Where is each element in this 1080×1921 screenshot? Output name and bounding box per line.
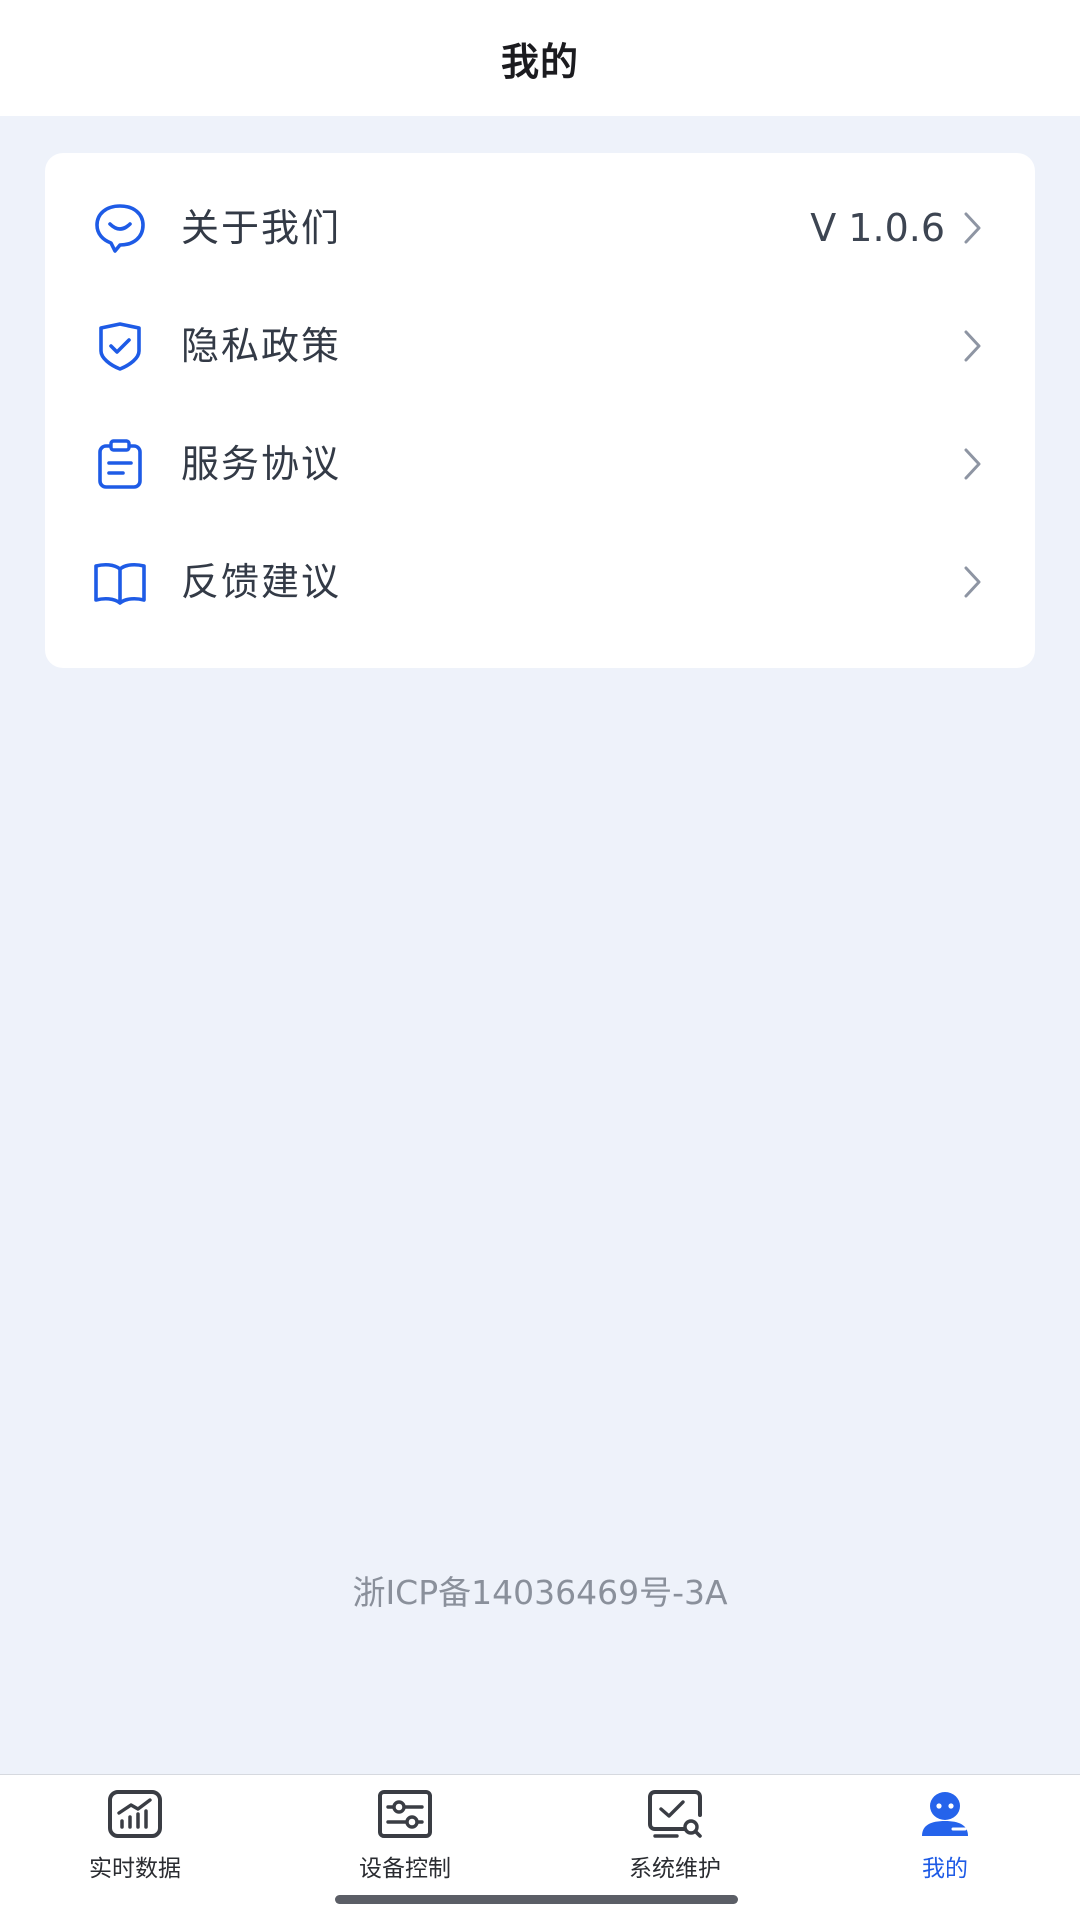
icp-record-text: 浙ICP备14036469号-3A: [352, 1573, 728, 1612]
tab-label: 我的: [922, 1856, 968, 1882]
tab-label: 设备控制: [359, 1856, 451, 1882]
menu-item-label: 关于我们: [181, 206, 342, 250]
clipboard-icon: [98, 439, 142, 489]
tab-device-control[interactable]: 设备控制: [270, 1775, 540, 1885]
open-book-icon: [94, 562, 146, 605]
shield-check-icon: [99, 322, 141, 371]
menu-item-label: 服务协议: [181, 442, 342, 486]
chevron-right-icon: [964, 566, 981, 598]
chat-smile-icon: [95, 204, 145, 253]
menu-item-about-us[interactable]: 关于我们 V 1.0.6: [45, 169, 1035, 287]
user-icon: [922, 1792, 968, 1836]
version-value: V 1.0.6: [810, 206, 945, 250]
tab-label: 系统维护: [629, 1856, 721, 1882]
sliders-icon: [378, 1790, 432, 1838]
menu-item-feedback[interactable]: 反馈建议: [45, 523, 1035, 641]
menu-item-privacy-policy[interactable]: 隐私政策: [45, 287, 1035, 405]
menu-item-label: 反馈建议: [181, 560, 342, 604]
chevron-right-icon: [964, 448, 981, 480]
chevron-right-icon: [964, 330, 981, 362]
tab-mine[interactable]: 我的: [810, 1775, 1080, 1885]
page-title: 我的: [500, 39, 579, 84]
menu-item-label: 隐私政策: [181, 324, 342, 368]
monitor-search-icon: [648, 1790, 702, 1838]
top-bar: 我的: [0, 0, 1080, 116]
tab-label: 实时数据: [89, 1856, 181, 1882]
menu-item-service-agreement[interactable]: 服务协议: [45, 405, 1035, 523]
tab-system-maintenance[interactable]: 系统维护: [540, 1775, 810, 1885]
tab-realtime-data[interactable]: 实时数据: [0, 1775, 270, 1885]
chart-monitor-icon: [108, 1790, 162, 1838]
home-indicator: [335, 1895, 738, 1904]
menu-card: 关于我们 V 1.0.6 隐私政策 服务协议 反馈建议: [45, 153, 1035, 668]
chevron-right-icon: [964, 212, 981, 244]
